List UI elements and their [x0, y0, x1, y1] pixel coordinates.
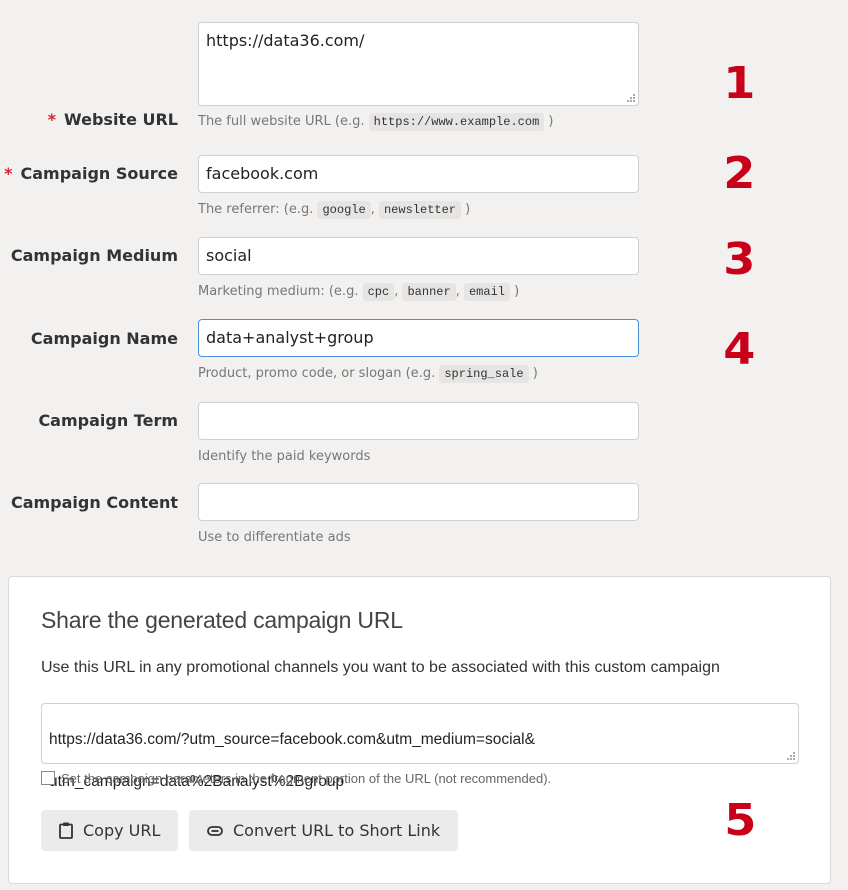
fragment-option: Set the campaign parameters in the fragm… [41, 771, 551, 786]
step-marker-2: 2 [723, 148, 756, 199]
website-url-value: https://data36.com/ [206, 31, 365, 50]
clipboard-icon [59, 822, 73, 839]
website-url-help: The full website URL (e.g. https://www.e… [198, 113, 554, 131]
campaign-medium-help: Marketing medium: (e.g. cpc, banner, ema… [198, 283, 520, 301]
example-code: banner [402, 283, 456, 301]
resize-handle-icon[interactable] [786, 751, 795, 760]
website-url-field[interactable]: https://data36.com/ [198, 22, 639, 106]
example-code: spring_sale [439, 365, 529, 383]
campaign-medium-label: Campaign Medium [10, 246, 178, 265]
campaign-name-input[interactable]: data+analyst+group [198, 319, 639, 357]
step-marker-3: 3 [723, 234, 756, 285]
link-icon [207, 825, 223, 836]
campaign-term-label: Campaign Term [38, 411, 178, 430]
step-marker-4: 4 [723, 324, 756, 375]
campaign-name-label: Campaign Name [30, 329, 178, 348]
campaign-medium-input[interactable]: social [198, 237, 639, 275]
campaign-term-help: Identify the paid keywords [198, 449, 371, 464]
share-description: Use this URL in any promotional channels… [41, 659, 720, 676]
fragment-checkbox-label[interactable]: Set the campaign parameters in the fragm… [61, 771, 551, 786]
example-code: cpc [362, 283, 395, 301]
share-title: Share the generated campaign URL [41, 607, 403, 633]
example-code: email [463, 283, 510, 301]
campaign-name-help: Product, promo code, or slogan (e.g. spr… [198, 365, 538, 383]
convert-short-link-button[interactable]: Convert URL to Short Link [189, 810, 459, 851]
share-url-card: Share the generated campaign URL Use thi… [8, 576, 831, 884]
campaign-source-input[interactable]: facebook.com [198, 155, 639, 193]
campaign-content-help: Use to differentiate ads [198, 530, 351, 545]
generated-url-line-1: https://data36.com/?utm_source=facebook.… [49, 731, 535, 748]
copy-url-label: Copy URL [83, 821, 161, 840]
required-asterisk: * [47, 110, 57, 129]
campaign-term-input[interactable] [198, 402, 639, 440]
resize-handle-icon[interactable] [626, 93, 635, 102]
step-marker-5: 5 [724, 795, 757, 846]
required-asterisk: * [4, 164, 13, 183]
example-code: newsletter [378, 201, 461, 219]
convert-short-link-label: Convert URL to Short Link [233, 821, 441, 840]
campaign-content-label: Campaign Content [10, 493, 178, 512]
campaign-source-label: * Campaign Source [4, 164, 178, 183]
example-code: google [317, 201, 371, 219]
generated-url-field[interactable]: https://data36.com/?utm_source=facebook.… [41, 703, 799, 790]
copy-url-button[interactable]: Copy URL [41, 810, 179, 851]
website-url-label: * Website URL [47, 110, 178, 129]
fragment-checkbox[interactable] [41, 771, 55, 785]
campaign-content-input[interactable] [198, 483, 639, 521]
example-code: https://www.example.com [368, 113, 545, 131]
step-marker-1: 1 [723, 58, 756, 109]
campaign-source-help: The referrer: (e.g. google, newsletter ) [198, 201, 471, 219]
